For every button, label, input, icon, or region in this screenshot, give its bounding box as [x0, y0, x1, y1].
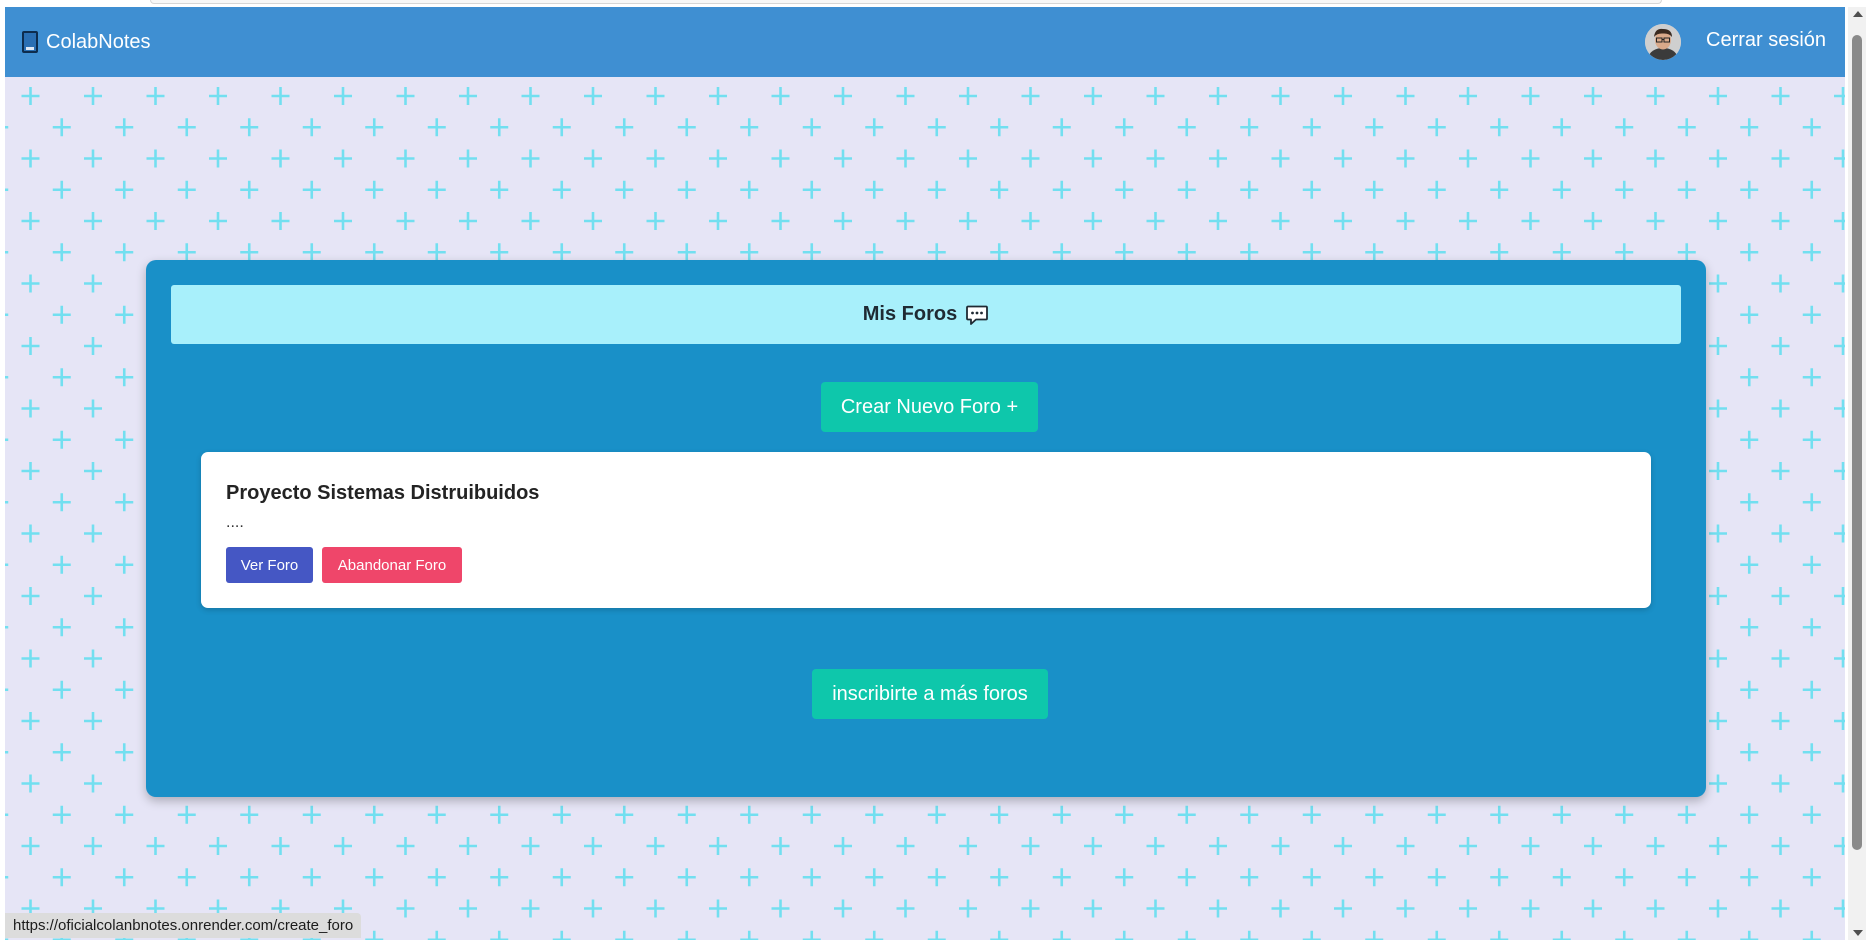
brand-name: ColabNotes: [46, 30, 151, 53]
top-navbar: ColabNotes Cerrar sesión: [5, 7, 1845, 77]
my-forums-panel: Mis Foros Crear Nuevo Foro + Proyecto Si…: [146, 260, 1706, 797]
book-icon: [22, 31, 38, 53]
avatar-image: [1645, 24, 1681, 60]
speech-bubble-icon: [966, 305, 989, 325]
forum-card: Proyecto Sistemas Distruibuidos .... Ver…: [201, 452, 1651, 608]
address-bar-edge: [150, 0, 1662, 4]
view-forum-button[interactable]: Ver Foro: [226, 547, 313, 583]
logout-link[interactable]: Cerrar sesión: [1706, 29, 1826, 52]
status-bar-url: https://oficialcolanbnotes.onrender.com/…: [5, 913, 362, 938]
leave-forum-button[interactable]: Abandonar Foro: [322, 547, 462, 583]
forum-title: Proyecto Sistemas Distruibuidos: [226, 482, 540, 504]
scrollbar-thumb[interactable]: [1852, 35, 1862, 850]
user-avatar[interactable]: [1645, 24, 1681, 60]
vertical-scrollbar[interactable]: [1848, 7, 1866, 940]
page-viewport: ColabNotes Cerrar sesión Mis Foros Crear…: [5, 7, 1845, 940]
forum-description: ....: [226, 514, 244, 531]
scroll-up-arrow-icon[interactable]: [1853, 11, 1863, 17]
browser-top-edge: [0, 0, 1866, 7]
panel-header: Mis Foros: [171, 285, 1681, 344]
scroll-down-arrow-icon[interactable]: [1853, 930, 1863, 936]
page-title: Mis Foros: [862, 303, 958, 325]
create-forum-button[interactable]: Crear Nuevo Foro +: [821, 382, 1038, 432]
subscribe-more-forums-button[interactable]: inscribirte a más foros: [812, 669, 1048, 719]
brand-link[interactable]: ColabNotes: [22, 28, 151, 56]
